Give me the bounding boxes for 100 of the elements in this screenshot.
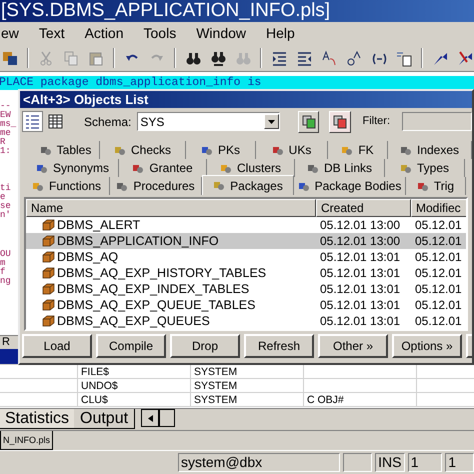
- object-name: DBMS_AQ_EXP_QUEUES: [57, 312, 210, 329]
- table-cell: C OBJ#: [304, 393, 417, 406]
- object-icon: [200, 144, 213, 156]
- object-icon: [400, 144, 412, 156]
- table-cell: CLU$: [78, 393, 191, 406]
- modified-date: 05.12.01: [414, 233, 463, 250]
- copy-from-button[interactable]: [329, 110, 351, 132]
- modified-date: 05.12.01: [414, 217, 463, 234]
- code-text: me: [0, 129, 11, 138]
- menu-item[interactable]: ew: [0, 23, 20, 44]
- object-icon: [306, 162, 319, 174]
- table-row[interactable]: DBMS_AQ_EXP_INDEX_TABLES 05.12.01 13:01 05.12.01: [26, 281, 466, 297]
- document-icon[interactable]: [396, 50, 412, 66]
- binoculars-icon[interactable]: [210, 50, 226, 66]
- arrow-left-icon: [148, 414, 153, 422]
- created-date: 05.12.01 13:00: [319, 233, 402, 250]
- pages-icon: [302, 114, 316, 128]
- package-icon: [42, 267, 55, 279]
- object-icon: [272, 144, 284, 156]
- copy-to-button[interactable]: [298, 110, 320, 132]
- filter-label: Filter:: [362, 114, 390, 130]
- action-button[interactable]: Load: [22, 334, 92, 358]
- created-date: 05.12.01 13:00: [319, 217, 402, 234]
- object-name: DBMS_AQ_EXP_INDEX_TABLES: [57, 280, 250, 298]
- code-text: --: [0, 102, 11, 111]
- object-name: DBMS_APPLICATION_INFO: [57, 232, 219, 250]
- column-header[interactable]: Modifiec: [411, 199, 466, 217]
- column-header[interactable]: Created: [316, 199, 411, 217]
- object-icon: [40, 144, 52, 156]
- action-button[interactable]: [466, 334, 472, 358]
- code-text: ti: [0, 184, 11, 193]
- menu-item[interactable]: Action: [84, 23, 125, 44]
- table-row[interactable]: DBMS_AQ 05.12.01 13:01 05.12.01: [26, 249, 466, 265]
- dialog-title: <Alt+3> Objects List: [22, 91, 148, 109]
- package-icon: [42, 235, 55, 247]
- tab[interactable]: Packages: [202, 175, 294, 195]
- action-button[interactable]: Drop: [170, 334, 240, 358]
- scroll-left-button[interactable]: [141, 409, 160, 427]
- object-icon: [114, 144, 126, 156]
- table-row[interactable]: DBMS_AQ_EXP_HISTORY_TABLES 05.12.01 13:01 05.12.01: [26, 265, 466, 281]
- output-tab[interactable]: Output: [74, 409, 136, 429]
- object-icon: [400, 162, 412, 174]
- status-panel: [342, 453, 372, 472]
- paste-icon[interactable]: [88, 50, 104, 66]
- table-cell: UNDO$: [78, 379, 191, 392]
- schema-label: Schema:: [84, 114, 132, 130]
- created-date: 05.12.01 13:01: [319, 265, 402, 282]
- panel-label: R: [1, 336, 10, 349]
- object-name: DBMS_AQ_EXP_QUEUE_TABLES: [57, 296, 256, 314]
- action-button[interactable]: Options »: [392, 334, 462, 358]
- dropdown-arrow-icon: [268, 120, 276, 124]
- object-icon: [220, 162, 232, 174]
- code-text: ms_: [0, 120, 16, 129]
- object-icon: [213, 180, 226, 191]
- list-view-icon[interactable]: [22, 111, 43, 132]
- object-icon: [116, 180, 128, 192]
- code-text: R: [0, 138, 6, 147]
- menu-item[interactable]: Window: [195, 23, 247, 44]
- menu-item[interactable]: Help: [265, 23, 296, 44]
- insert-mode-status: INS: [375, 453, 405, 472]
- created-date: 05.12.01 13:01: [319, 313, 402, 329]
- db-icon[interactable]: [2, 50, 18, 66]
- code-text: EW: [0, 111, 11, 120]
- menu-item[interactable]: Tools: [142, 23, 178, 44]
- menu-item[interactable]: Text: [38, 23, 66, 44]
- object-name: DBMS_AQ: [57, 248, 118, 266]
- package-icon: [42, 299, 55, 311]
- indent-icon[interactable]: [271, 50, 287, 66]
- filter-field[interactable]: [402, 112, 472, 131]
- package-icon: [42, 219, 55, 231]
- object-name: DBMS_AQ_EXP_HISTORY_TABLES: [57, 264, 266, 282]
- table-row[interactable]: DBMS_ALERT 05.12.01 13:00 05.12.01: [26, 217, 466, 233]
- code-text: e: [0, 193, 6, 202]
- created-date: 05.12.01 13:01: [319, 249, 402, 266]
- case-icon[interactable]: [346, 50, 362, 66]
- modified-date: 05.12.01: [414, 297, 463, 314]
- file-tab[interactable]: N_INFO.pls: [0, 431, 54, 450]
- object-icon: [32, 180, 44, 192]
- modified-date: 05.12.01: [414, 265, 463, 282]
- code-text: se: [0, 202, 11, 211]
- action-button[interactable]: Other »: [318, 334, 388, 358]
- table-row[interactable]: DBMS_APPLICATION_INFO 05.12.01 13:00 05.12.01: [26, 233, 466, 249]
- modified-date: 05.12.01: [414, 313, 463, 329]
- line-status: 1: [408, 453, 442, 472]
- schema-dropdown[interactable]: SYS: [137, 112, 280, 131]
- package-icon: [42, 283, 55, 295]
- outdent-icon[interactable]: [296, 50, 312, 66]
- output-tab[interactable]: Statistics: [0, 409, 76, 429]
- pages-icon: [332, 114, 347, 128]
- code-text: ng: [0, 277, 11, 286]
- object-icon: [341, 144, 354, 156]
- scroll-right-button[interactable]: [159, 409, 176, 427]
- table-row[interactable]: DBMS_AQ_EXP_QUEUE_TABLES 05.12.01 13:01 05.12.01: [26, 297, 466, 313]
- column-header[interactable]: Name: [26, 199, 316, 217]
- modified-date: 05.12.01: [414, 249, 463, 266]
- package-icon: [42, 315, 55, 327]
- action-button[interactable]: Compile: [96, 334, 166, 358]
- case-icon[interactable]: [321, 50, 337, 66]
- table-row[interactable]: DBMS_AQ_EXP_QUEUES 05.12.01 13:01 05.12.01: [26, 313, 466, 329]
- action-button[interactable]: Refresh: [244, 334, 314, 358]
